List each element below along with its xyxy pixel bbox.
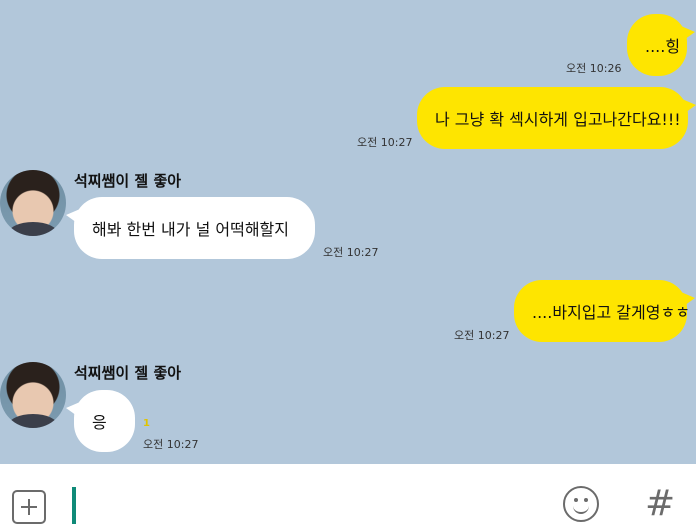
avatar-shoulders (8, 414, 58, 428)
message-text: 해봐 한번 내가 널 어떡해할지 (92, 220, 289, 239)
avatar-shoulders (8, 222, 58, 236)
message-time: 오전 10:27 (323, 246, 379, 259)
message-text: ....힝 (645, 37, 681, 56)
message-text: ....바지입고 갈게영ㅎㅎ (532, 303, 690, 322)
avatar[interactable] (0, 170, 66, 236)
their-message-bubble[interactable]: 응 (66, 390, 135, 452)
emoji-icon[interactable] (563, 486, 599, 522)
chat-area[interactable]: ....힝 오전 10:26 나 그냥 확 섹시하게 입고나간다요!!! 오전 … (0, 0, 696, 464)
message-time: 오전 10:27 (454, 329, 510, 342)
plus-icon[interactable] (12, 490, 46, 524)
my-message-bubble[interactable]: ....힝 (627, 14, 695, 76)
message-text: 나 그냥 확 섹시하게 입고나간다요!!! (435, 110, 681, 129)
message-time: 오전 10:26 (566, 62, 622, 75)
sender-name: 석찌쌤이 젤 좋아 (74, 172, 182, 190)
my-message-bubble[interactable]: 나 그냥 확 섹시하게 입고나간다요!!! (417, 87, 696, 149)
their-message-bubble[interactable]: 해봐 한번 내가 널 어떡해할지 (66, 197, 315, 259)
hash-icon[interactable]: # (645, 484, 675, 524)
avatar[interactable] (0, 362, 66, 428)
emoji-mouth (573, 502, 589, 514)
message-text: 응 (92, 413, 107, 432)
unread-count: 1 (143, 418, 150, 429)
sender-name: 석찌쌤이 젤 좋아 (74, 364, 182, 382)
message-time: 오전 10:27 (357, 136, 413, 149)
message-time: 오전 10:27 (143, 438, 199, 451)
my-message-bubble[interactable]: ....바지입고 갈게영ㅎㅎ (514, 280, 695, 342)
text-input-cursor[interactable] (72, 487, 76, 524)
